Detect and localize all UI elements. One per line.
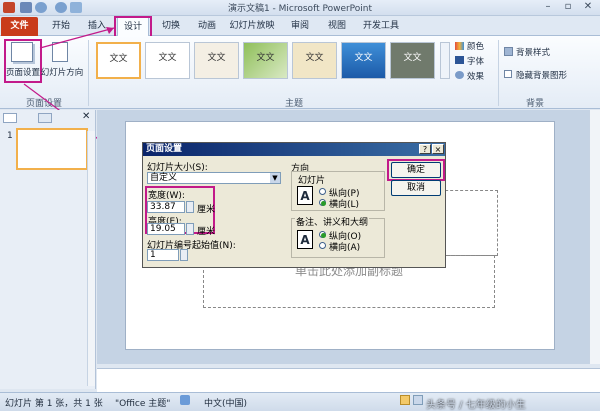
width-spinner[interactable] (186, 201, 194, 213)
watermark: 头条号 / 七年级的小生 (426, 400, 526, 411)
page-setup-dialog: 页面设置 ? × 幻灯片大小(S): 自定义 ▼ 宽度(W): 33.87 厘米… (142, 142, 446, 268)
language-status[interactable]: 中文(中国) (204, 396, 247, 409)
arrow-head (106, 27, 114, 34)
numbering-spinner[interactable] (180, 249, 188, 261)
arrow-line-to-design-tab (39, 27, 115, 49)
slides-portrait-radio[interactable] (319, 188, 326, 195)
notes-orientation-preview-icon: A (297, 230, 313, 249)
dialog-title: 页面设置 (143, 143, 445, 156)
notes-landscape-radio[interactable] (319, 242, 326, 249)
height-input[interactable]: 19.05 (147, 223, 185, 235)
notes-label: 备注、讲义和大纲 (295, 215, 370, 228)
dialog-close-button[interactable]: × (432, 144, 444, 154)
slide-orientation-preview-icon: A (297, 186, 313, 205)
ok-button[interactable]: 确定 (391, 162, 441, 178)
sorter-view-icon[interactable] (413, 395, 423, 405)
slide-size-value: 自定义 (150, 173, 178, 183)
notes-portrait-radio[interactable] (319, 231, 326, 238)
slide-count-status: 幻灯片 第 1 张，共 1 张 (5, 399, 103, 409)
slides-landscape-label: 横向(L) (329, 200, 360, 210)
width-label: 宽度(W): (148, 191, 185, 201)
spellcheck-icon[interactable] (180, 395, 190, 405)
help-button[interactable]: ? (419, 144, 431, 154)
theme-status: "Office 主题" (115, 399, 171, 409)
slide-size-select[interactable]: 自定义 ▼ (147, 172, 281, 184)
width-input[interactable]: 33.87 (147, 201, 185, 213)
cancel-button[interactable]: 取消 (391, 180, 441, 196)
slide-thumbnail[interactable] (16, 128, 88, 170)
height-spinner[interactable] (186, 223, 194, 235)
slides-label: 幻灯片 (298, 176, 326, 186)
dropdown-arrow-icon: ▼ (270, 173, 280, 183)
slide-number: 1 (7, 131, 13, 141)
slides-landscape-radio[interactable] (319, 199, 326, 206)
close-pane-icon[interactable]: ✕ (82, 111, 90, 122)
slide-scrollbar[interactable] (589, 110, 600, 364)
outline-tab-icon[interactable] (38, 113, 52, 123)
normal-view-icon[interactable] (400, 395, 410, 405)
slides-tab-icon[interactable] (3, 113, 17, 123)
notes-pane[interactable] (97, 368, 600, 392)
pane-scrollbar[interactable] (87, 131, 95, 386)
height-unit: 厘米 (197, 227, 216, 237)
notes-landscape-label: 横向(A) (329, 243, 361, 253)
numbering-input[interactable]: 1 (147, 249, 179, 261)
width-unit: 厘米 (197, 205, 216, 215)
